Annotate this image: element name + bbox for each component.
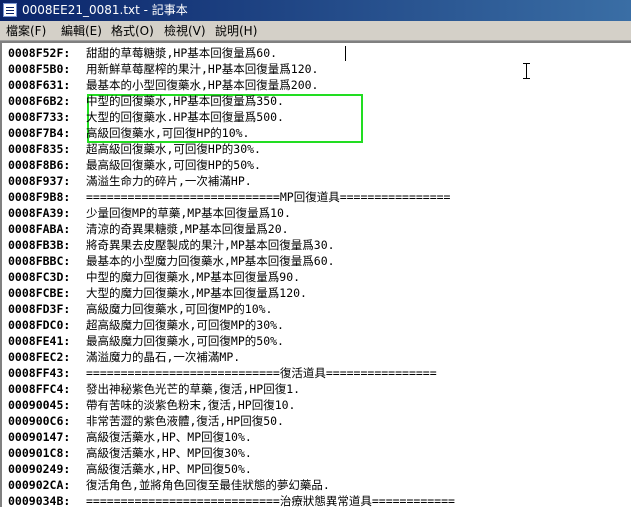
text-line: 0008FB3B: 將奇異果去皮壓製成的果汁,MP基本回復量爲30. [8, 237, 335, 253]
line-text: 甜甜的草莓糖漿,HP基本回復量爲60. [86, 46, 278, 60]
text-line: 0008FBBC: 最基本的小型魔力回復藥水,MP基本回復量爲60. [8, 253, 335, 269]
text-line: 000902CA: 復活角色,並將角色回復至最佳狀態的夢幻藥品. [8, 477, 330, 493]
text-line: 000901C8: 高級復活藥水,HP、MP回復30%. [8, 445, 252, 461]
line-text: 高級回復藥水,可回復HP的10%. [86, 126, 250, 140]
line-address: 0008F631: [8, 78, 71, 92]
line-address: 0008F6B2: [8, 94, 71, 108]
line-text: 最高級回復藥水,可回復HP的50%. [86, 158, 261, 172]
text-line: 0008F733: 大型的回復藥水.HP基本回復量爲500. [8, 109, 284, 125]
line-address: 0008FBBC: [8, 254, 71, 268]
menu-bar: 檔案(F) 編輯(E) 格式(O) 檢視(V) 說明(H) [0, 21, 631, 41]
line-address: 0009034B: [8, 494, 71, 507]
line-address: 0008FCBE: [8, 286, 71, 300]
line-text: 高級復活藥水,HP、MP回復30%. [86, 446, 252, 460]
menu-file[interactable]: 檔案(F) [6, 23, 46, 39]
text-caret [345, 46, 346, 61]
text-line: 0008FA39: 少量回復MP的草藥,MP基本回復量爲10. [8, 205, 291, 221]
menu-edit[interactable]: 編輯(E) [61, 23, 102, 39]
line-address: 000901C8: [8, 446, 71, 460]
line-address: 0008FE41: [8, 334, 71, 348]
text-editor[interactable]: 0008F52F: 甜甜的草莓糖漿,HP基本回復量爲60. 0008F5B0: 用新鮮… [0, 41, 631, 507]
line-address: 0008F937: [8, 174, 71, 188]
line-address: 0008F9B8: [8, 190, 71, 204]
text-line: 000900C6: 非常苦澀的紫色液體,復活,HP回復50. [8, 413, 284, 429]
line-text: 中型的回復藥水,HP基本回復量爲350. [86, 94, 284, 108]
text-line: 0008F8B6: 最高級回復藥水,可回復HP的50%. [8, 157, 261, 173]
text-line: 00090045: 帶有苦味的淡紫色粉末,復活,HP回復10. [8, 397, 295, 413]
text-line: 0008FABA: 清涼的奇異果糖漿,MP基本回復量爲20. [8, 221, 289, 237]
text-line: 0008F6B2: 中型的回復藥水,HP基本回復量爲350. [8, 93, 284, 109]
line-address: 0008FF43: [8, 366, 71, 380]
text-line: 0009034B: ============================治療狀… [8, 493, 455, 507]
line-address: 000900C6: [8, 414, 71, 428]
line-text: 用新鮮草莓壓榨的果汁,HP基本回復量爲120. [86, 62, 319, 76]
line-text: 最高級魔力回復藥水,可回復MP的50%. [86, 334, 284, 348]
line-address: 0008FA39: [8, 206, 71, 220]
line-text: 高級復活藥水,HP、MP回復50%. [86, 462, 252, 476]
line-text: 高級復活藥水,HP、MP回復10%. [86, 430, 252, 444]
line-address: 0008FC3D: [8, 270, 71, 284]
ibeam-cursor-icon [523, 63, 530, 79]
notepad-icon [3, 3, 17, 17]
line-text: 復活角色,並將角色回復至最佳狀態的夢幻藥品. [86, 478, 330, 492]
text-line: 0008FFC4: 發出神秘紫色光芒的草藥,復活,HP回復1. [8, 381, 300, 397]
text-line: 0008FC3D: 中型的魔力回復藥水,MP基本回復量爲90. [8, 269, 300, 285]
line-text: 大型的魔力回復藥水,MP基本回復量爲120. [86, 286, 307, 300]
text-line: 0008F52F: 甜甜的草莓糖漿,HP基本回復量爲60. [8, 45, 277, 61]
text-line: 0008F7B4: 高級回復藥水,可回復HP的10%. [8, 125, 249, 141]
line-text: ============================MP回復道具======… [86, 190, 451, 204]
text-line: 0008F631: 最基本的小型回復藥水,HP基本回復量爲200. [8, 77, 318, 93]
line-text: 大型的回復藥水.HP基本回復量爲500. [86, 110, 284, 124]
menu-format[interactable]: 格式(O) [111, 23, 154, 39]
line-text: 非常苦澀的紫色液體,復活,HP回復50. [86, 414, 284, 428]
line-text: 超高級魔力回復藥水,可回復MP的30%. [86, 318, 284, 332]
line-address: 0008F8B6: [8, 158, 71, 172]
text-line: 0008FF43: ============================復活道… [8, 365, 437, 381]
menu-help[interactable]: 說明(H) [215, 23, 257, 39]
line-address: 0008F835: [8, 142, 71, 156]
line-text: ============================治療狀態異常道具====… [86, 494, 455, 507]
text-line: 0008FD3F: 高級魔力回復藥水,可回復MP的10%. [8, 301, 272, 317]
line-address: 0008F7B4: [8, 126, 71, 140]
line-text: 超高級回復藥水,可回復HP的30%. [86, 142, 261, 156]
line-text: 最基本的小型魔力回復藥水,MP基本回復量爲60. [86, 254, 335, 268]
line-text: 中型的魔力回復藥水,MP基本回復量爲90. [86, 270, 301, 284]
line-text: 發出神秘紫色光芒的草藥,復活,HP回復1. [86, 382, 301, 396]
text-line: 0008FEC2: 滿溢魔力的晶石,一次補滿MP. [8, 349, 240, 365]
text-line: 0008F5B0: 用新鮮草莓壓榨的果汁,HP基本回復量爲120. [8, 61, 318, 77]
line-text: 最基本的小型回復藥水,HP基本回復量爲200. [86, 78, 319, 92]
line-address: 0008FEC2: [8, 350, 71, 364]
text-line: 0008FE41: 最高級魔力回復藥水,可回復MP的50%. [8, 333, 284, 349]
line-address: 0008FDC0: [8, 318, 71, 332]
text-line: 00090249: 高級復活藥水,HP、MP回復50%. [8, 461, 252, 477]
text-line: 0008F937: 滿溢生命力的碎片,一次補滿HP. [8, 173, 252, 189]
text-line: 0008F9B8: ============================MP回… [8, 189, 450, 205]
text-line: 0008FCBE: 大型的魔力回復藥水,MP基本回復量爲120. [8, 285, 307, 301]
line-address: 0008FABA: [8, 222, 71, 236]
line-address: 00090147: [8, 430, 71, 444]
line-text: 將奇異果去皮壓製成的果汁,MP基本回復量爲30. [86, 238, 335, 252]
line-address: 0008F52F: [8, 46, 71, 60]
line-text: 帶有苦味的淡紫色粉末,復活,HP回復10. [86, 398, 296, 412]
window-title: 0008EE21_0081.txt - 記事本 [22, 3, 188, 17]
line-address: 00090249: [8, 462, 71, 476]
line-address: 0008FFC4: [8, 382, 71, 396]
text-line: 0008F835: 超高級回復藥水,可回復HP的30%. [8, 141, 261, 157]
line-text: 清涼的奇異果糖漿,MP基本回復量爲20. [86, 222, 289, 236]
line-address: 0008F733: [8, 110, 71, 124]
line-text: 滿溢生命力的碎片,一次補滿HP. [86, 174, 252, 188]
menu-view[interactable]: 檢視(V) [164, 23, 206, 39]
line-text: 滿溢魔力的晶石,一次補滿MP. [86, 350, 241, 364]
text-line: 0008FDC0: 超高級魔力回復藥水,可回復MP的30%. [8, 317, 284, 333]
line-address: 0008FD3F: [8, 302, 71, 316]
text-line: 00090147: 高級復活藥水,HP、MP回復10%. [8, 429, 252, 445]
line-address: 0008F5B0: [8, 62, 71, 76]
line-address: 000902CA: [8, 478, 71, 492]
line-text: ============================復活道具========… [86, 366, 437, 380]
title-bar[interactable]: 0008EE21_0081.txt - 記事本 [0, 0, 631, 21]
line-address: 00090045: [8, 398, 71, 412]
line-text: 少量回復MP的草藥,MP基本回復量爲10. [86, 206, 291, 220]
line-address: 0008FB3B: [8, 238, 71, 252]
line-text: 高級魔力回復藥水,可回復MP的10%. [86, 302, 273, 316]
